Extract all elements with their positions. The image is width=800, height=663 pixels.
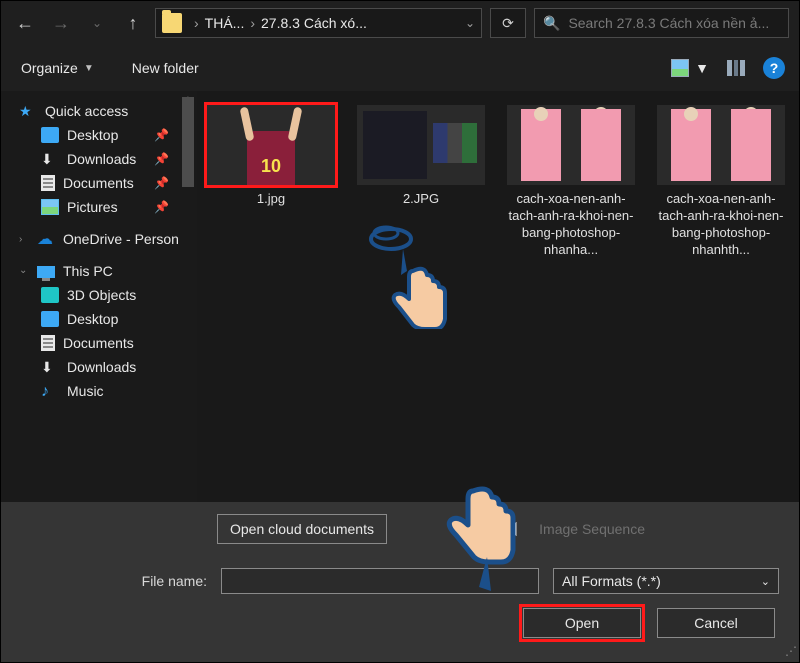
download-icon (41, 151, 59, 167)
file-name: 2.JPG (357, 191, 485, 208)
cloud-icon (37, 231, 55, 247)
chevron-right-icon: › (194, 15, 199, 31)
document-icon (41, 335, 55, 351)
search-placeholder: Search 27.8.3 Cách xóa nền ả... (568, 15, 780, 31)
organize-label: Organize (21, 60, 78, 76)
chevron-down-icon: ⌄ (761, 575, 770, 588)
sidebar-item-label: This PC (63, 263, 113, 279)
sidebar-item-pictures[interactable]: Pictures 📌 (1, 195, 197, 219)
sidebar-item-label: Desktop (67, 127, 118, 143)
sidebar-item-documents[interactable]: Documents 📌 (1, 171, 197, 195)
filename-input[interactable] (221, 568, 539, 594)
help-button[interactable]: ? (763, 57, 785, 79)
desktop-icon (41, 311, 59, 327)
chevron-right-icon[interactable]: › (19, 234, 29, 245)
download-icon (41, 359, 59, 375)
file-grid: 1.jpg 2.JPG cach-xoa-nen-anh-tach-anh-ra… (197, 91, 799, 554)
crumb-segment[interactable]: THÁ... (205, 15, 245, 31)
chevron-right-icon: › (250, 15, 255, 31)
open-cloud-documents-button[interactable]: Open cloud documents (217, 514, 387, 544)
sidebar-item-label: Pictures (67, 199, 118, 215)
new-folder-label: New folder (132, 60, 199, 76)
file-type-value: All Formats (*.*) (562, 573, 661, 589)
sidebar-item-label: 3D Objects (67, 287, 136, 303)
desktop-icon (41, 127, 59, 143)
up-button[interactable]: ↑ (119, 9, 147, 37)
cube-icon (41, 287, 59, 303)
refresh-button[interactable]: ⟳ (490, 8, 526, 38)
filename-label: File name: (21, 573, 207, 589)
preview-pane-icon (727, 60, 745, 76)
search-input[interactable]: 🔍 Search 27.8.3 Cách xóa nền ả... (534, 8, 789, 38)
scroll-thumb[interactable] (182, 97, 194, 187)
file-item[interactable]: cach-xoa-nen-anh-tach-anh-ra-khoi-nen-ba… (657, 105, 785, 259)
music-icon (41, 383, 59, 399)
sidebar-scrollbar[interactable]: ▲ ▼ (179, 91, 197, 554)
new-folder-button[interactable]: New folder (126, 56, 205, 80)
file-thumbnail (207, 105, 335, 185)
sidebar-item-onedrive[interactable]: › OneDrive - Person (1, 227, 197, 251)
file-item[interactable]: 1.jpg (207, 105, 335, 259)
nav-tree: ★ Quick access Desktop 📌 Downloads 📌 Doc… (1, 91, 197, 554)
file-name: 1.jpg (207, 191, 335, 208)
sidebar-item-music[interactable]: Music (1, 379, 197, 403)
sidebar-item-3d-objects[interactable]: 3D Objects (1, 283, 197, 307)
sidebar-item-label: Music (67, 383, 104, 399)
pc-icon (37, 266, 55, 278)
file-item[interactable]: cach-xoa-nen-anh-tach-anh-ra-khoi-nen-ba… (507, 105, 635, 259)
chevron-down-icon[interactable]: ⌄ (465, 16, 475, 30)
image-sequence-checkbox[interactable] (503, 522, 517, 536)
view-preview-pane-button[interactable] (727, 60, 745, 76)
sidebar-item-label: Downloads (67, 359, 136, 375)
chevron-down-icon[interactable]: ⌄ (19, 265, 29, 276)
sidebar-item-label: Documents (63, 175, 134, 191)
button-label: Open cloud documents (230, 521, 374, 537)
file-name: cach-xoa-nen-anh-tach-anh-ra-khoi-nen-ba… (507, 191, 635, 259)
file-thumbnail (657, 105, 785, 185)
sidebar-item-label: Desktop (67, 311, 118, 327)
view-thumbnails-button[interactable]: ▼ (667, 58, 709, 78)
sidebar-item-label: Quick access (45, 103, 128, 119)
cancel-button[interactable]: Cancel (657, 608, 775, 638)
file-name: cach-xoa-nen-anh-tach-anh-ra-khoi-nen-ba… (657, 191, 785, 259)
sidebar-item-downloads[interactable]: Downloads 📌 (1, 147, 197, 171)
organize-menu[interactable]: Organize ▼ (15, 56, 100, 80)
sidebar-item-label: Documents (63, 335, 134, 351)
open-button[interactable]: Open (523, 608, 641, 638)
sidebar-item-downloads[interactable]: Downloads (1, 355, 197, 379)
sidebar-item-desktop[interactable]: Desktop (1, 307, 197, 331)
button-label: Open (565, 615, 599, 631)
file-thumbnail (507, 105, 635, 185)
crumb-segment[interactable]: 27.8.3 Cách xó... (261, 15, 367, 31)
sidebar-item-label: OneDrive - Person (63, 231, 179, 247)
recent-dropdown[interactable]: ⌄ (83, 9, 111, 37)
button-label: Cancel (694, 615, 738, 631)
image-sequence-label: Image Sequence (539, 521, 645, 537)
sidebar-item-label: Downloads (67, 151, 136, 167)
sidebar-item-desktop[interactable]: Desktop 📌 (1, 123, 197, 147)
sidebar-item-quick-access[interactable]: ★ Quick access (1, 99, 197, 123)
sidebar-item-this-pc[interactable]: ⌄ This PC (1, 259, 197, 283)
pictures-icon (41, 199, 59, 215)
folder-icon (162, 13, 182, 33)
forward-button[interactable]: → (47, 9, 75, 37)
breadcrumb[interactable]: › THÁ... › 27.8.3 Cách xó... ⌄ (155, 8, 482, 38)
chevron-down-icon: ▼ (84, 63, 94, 74)
resize-grip-icon[interactable]: ⋰ (785, 644, 795, 658)
file-thumbnail (357, 105, 485, 185)
search-icon: 🔍 (543, 15, 560, 32)
dialog-footer: Open cloud documents Image Sequence File… (1, 502, 799, 662)
star-icon: ★ (19, 103, 37, 119)
sidebar-item-documents[interactable]: Documents (1, 331, 197, 355)
document-icon (41, 175, 55, 191)
picture-icon (671, 59, 689, 77)
back-button[interactable]: ← (11, 9, 39, 37)
toolbar: Organize ▼ New folder ▼ ? (1, 45, 799, 91)
address-bar: ← → ⌄ ↑ › THÁ... › 27.8.3 Cách xó... ⌄ ⟳… (1, 1, 799, 45)
file-type-select[interactable]: All Formats (*.*) ⌄ (553, 568, 779, 594)
file-item[interactable]: 2.JPG (357, 105, 485, 259)
chevron-down-icon: ▼ (695, 60, 709, 76)
